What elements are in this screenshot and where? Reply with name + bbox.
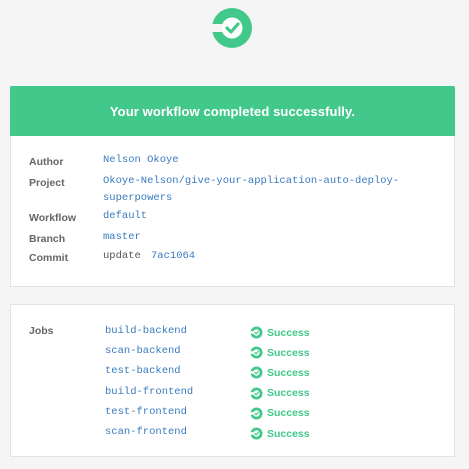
branch-label: Branch <box>29 233 66 245</box>
workflow-value[interactable]: default <box>103 208 147 225</box>
job-status: Success <box>250 387 310 400</box>
workflow-label: Workflow <box>29 212 77 224</box>
circleci-success-icon <box>208 8 252 48</box>
success-icon <box>250 387 263 400</box>
success-icon <box>250 366 263 379</box>
job-status: Success <box>250 427 310 440</box>
success-icon <box>250 427 263 440</box>
commit-hash[interactable]: 7ac1064 <box>151 248 195 265</box>
job-status-label: Success <box>267 326 310 339</box>
project-label: Project <box>29 177 65 189</box>
banner-message: Your workflow completed successfully. <box>109 103 356 119</box>
job-name[interactable]: scan-backend <box>105 345 181 357</box>
job-status: Success <box>250 346 310 359</box>
job-status-label: Success <box>267 427 310 440</box>
job-status: Success <box>250 407 310 420</box>
success-banner: Your workflow completed successfully. <box>10 86 455 136</box>
author-label: Author <box>29 156 64 168</box>
jobs-card: Jobs build-backend Success scan-backend Suc… <box>10 304 455 457</box>
success-icon <box>250 407 263 420</box>
job-name[interactable]: test-backend <box>105 365 181 377</box>
job-name[interactable]: scan-frontend <box>105 426 187 438</box>
job-status-label: Success <box>267 387 310 400</box>
header <box>0 0 469 86</box>
job-name[interactable]: build-frontend <box>105 386 193 398</box>
project-value-line2[interactable]: superpowers <box>103 190 172 207</box>
project-value-line1[interactable]: Okoye-Nelson/give-your-application-auto-… <box>103 173 399 190</box>
job-status-label: Success <box>267 346 310 359</box>
success-icon <box>250 326 263 339</box>
job-name[interactable]: build-backend <box>105 325 187 337</box>
job-status: Success <box>250 366 310 379</box>
commit-message: update <box>103 250 141 262</box>
branch-value[interactable]: master <box>103 229 141 246</box>
job-status-label: Success <box>267 407 310 420</box>
job-name[interactable]: test-frontend <box>105 406 187 418</box>
workflow-details-card: Author Nelson Okoye Project Okoye-Nelson… <box>10 136 455 287</box>
success-icon <box>250 346 263 359</box>
author-value[interactable]: Nelson Okoye <box>103 152 179 169</box>
job-status: Success <box>250 326 310 339</box>
job-status-label: Success <box>267 366 310 379</box>
commit-label: Commit <box>29 252 69 264</box>
jobs-label: Jobs <box>29 325 54 337</box>
